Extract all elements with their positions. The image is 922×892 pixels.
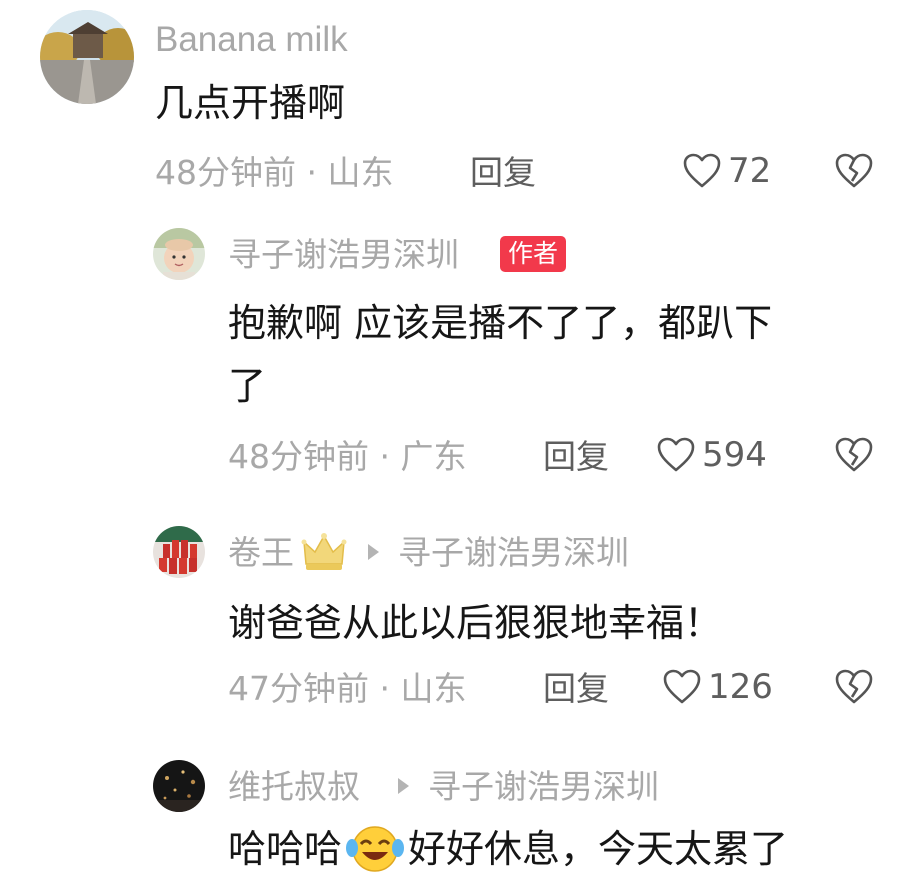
comment-text: 哈哈哈 好好休息，今天太累了 <box>228 818 788 880</box>
comment-meta: 47分钟前 · 山东 <box>228 672 467 705</box>
avatar[interactable] <box>153 228 205 280</box>
broken-heart-icon <box>835 153 873 188</box>
comment-meta: 48分钟前 · 山东 <box>155 156 394 189</box>
reply-button[interactable]: 回复 <box>470 156 536 189</box>
dislike-button[interactable] <box>834 668 874 710</box>
comment-username[interactable]: 寻子谢浩男深圳 <box>228 238 459 271</box>
like-button[interactable]: 594 <box>656 436 767 474</box>
heart-outline-icon <box>657 437 695 472</box>
like-count: 72 <box>728 151 772 191</box>
like-count: 126 <box>708 667 773 707</box>
comment-location: 山东 <box>400 669 467 708</box>
dislike-button[interactable] <box>834 152 874 194</box>
like-button[interactable]: 72 <box>682 152 771 190</box>
meta-separator: · <box>379 437 391 476</box>
avatar[interactable] <box>40 10 134 104</box>
reply-to-username[interactable]: 寻子谢浩男深圳 <box>428 770 659 803</box>
like-button[interactable]: 126 <box>662 668 773 706</box>
broken-heart-icon <box>835 437 873 472</box>
heart-outline-icon <box>663 669 701 704</box>
avatar[interactable] <box>153 526 205 578</box>
reply-arrow-icon <box>368 544 379 560</box>
dislike-button[interactable] <box>834 436 874 478</box>
broken-heart-icon <box>835 669 873 704</box>
reply-button[interactable]: 回复 <box>543 672 609 705</box>
meta-separator: · <box>379 669 391 708</box>
comment-text: 谢爸爸从此以后狠狠地幸福！ <box>228 601 723 645</box>
crown-icon <box>300 530 348 578</box>
comment-meta: 48分钟前 · 广东 <box>228 440 467 473</box>
comment-username[interactable]: 卷王 <box>228 536 294 569</box>
avatar[interactable] <box>153 760 205 812</box>
comment-username[interactable]: Banana milk <box>155 22 348 57</box>
comment-time: 48分钟前 <box>155 153 296 192</box>
comment-text-line: 了 <box>228 364 267 408</box>
reply-button[interactable]: 回复 <box>543 440 609 473</box>
comment-location: 广东 <box>400 437 467 476</box>
comment-username[interactable]: 维托叔叔 <box>228 770 360 803</box>
laughing-tears-emoji <box>346 824 405 874</box>
comment-text-line: 抱歉啊 应该是播不了了，都趴下 <box>228 301 773 345</box>
meta-separator: · <box>306 153 318 192</box>
reply-arrow-icon <box>398 778 409 794</box>
comment-text-part: 好好休息，今天太累了 <box>408 827 789 871</box>
comment-time: 47分钟前 <box>228 669 369 708</box>
comment-text: 几点开播啊 <box>155 81 346 125</box>
heart-outline-icon <box>683 153 721 188</box>
comment-text-part: 哈哈哈 <box>228 827 343 871</box>
author-badge: 作者 <box>500 236 567 272</box>
comment-time: 48分钟前 <box>228 437 369 476</box>
like-count: 594 <box>702 435 767 475</box>
comment-location: 山东 <box>327 153 394 192</box>
reply-to-username[interactable]: 寻子谢浩男深圳 <box>398 536 629 569</box>
